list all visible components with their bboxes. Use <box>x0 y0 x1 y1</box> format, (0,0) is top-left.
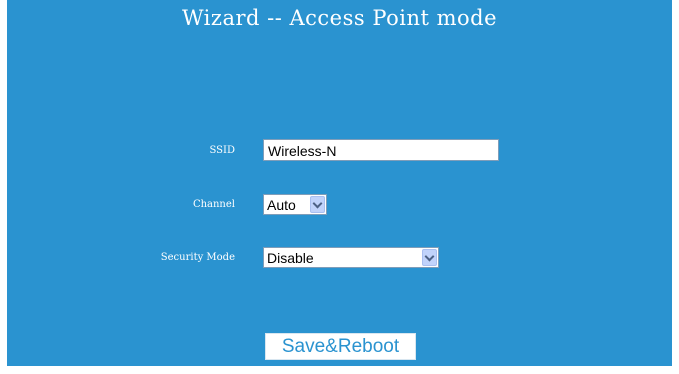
security-mode-select[interactable]: Disable <box>263 247 439 268</box>
channel-label: Channel <box>192 199 235 210</box>
ssid-input[interactable]: Wireless-N <box>263 139 499 161</box>
ssid-label: SSID <box>209 145 236 156</box>
channel-selected-value: Auto <box>267 197 296 213</box>
security-mode-selected-value: Disable <box>267 250 314 266</box>
page-title: Wizard -- Access Point mode <box>181 6 498 30</box>
save-reboot-button[interactable]: Save&Reboot <box>265 333 416 360</box>
security-mode-label: Security Mode <box>160 252 235 263</box>
wizard-panel <box>7 0 672 366</box>
channel-select[interactable]: Auto <box>263 194 327 215</box>
chevron-down-icon[interactable] <box>422 249 437 266</box>
chevron-down-icon[interactable] <box>310 196 325 213</box>
